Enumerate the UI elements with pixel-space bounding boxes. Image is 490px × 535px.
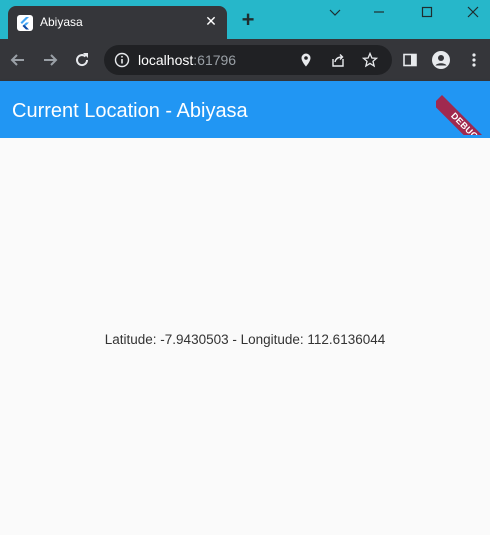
url-port: :61796	[193, 52, 237, 68]
profile-avatar-icon[interactable]	[431, 50, 451, 70]
location-pin-icon[interactable]	[297, 51, 315, 69]
address-bar[interactable]: localhost:61796	[104, 45, 392, 75]
minimize-window-icon[interactable]	[357, 0, 401, 24]
page-title: Current Location - Abiyasa	[12, 100, 248, 122]
tab-title: Abiyasa	[40, 15, 83, 29]
location-coordinates-text: Latitude: -7.9430503 - Longitude: 112.61…	[104, 332, 386, 347]
tab-close-button[interactable]: ✕	[204, 14, 218, 28]
page-body: Latitude: -7.9430503 - Longitude: 112.61…	[0, 138, 490, 535]
flutter-icon	[17, 15, 33, 31]
debug-banner: DEBUG	[436, 81, 490, 135]
tab-strip: Abiyasa ✕ +	[0, 0, 490, 39]
site-info-icon[interactable]	[114, 52, 130, 68]
maximize-icon[interactable]	[405, 0, 449, 24]
minimize-icon[interactable]	[313, 0, 357, 24]
reload-icon[interactable]	[72, 50, 92, 70]
close-window-icon[interactable]	[451, 0, 490, 24]
url-text[interactable]: localhost:61796	[138, 52, 236, 68]
back-icon[interactable]	[8, 50, 28, 70]
menu-icon[interactable]	[464, 50, 484, 70]
browser-toolbar: localhost:61796	[0, 39, 490, 81]
url-host: localhost	[138, 52, 194, 68]
debug-label: DEBUG	[436, 95, 490, 135]
side-panel-icon[interactable]	[400, 50, 420, 70]
bookmark-star-icon[interactable]	[361, 51, 379, 69]
browser-tab[interactable]: Abiyasa ✕	[8, 6, 227, 39]
share-icon[interactable]	[329, 51, 347, 69]
new-tab-button[interactable]: +	[239, 9, 257, 31]
forward-icon[interactable]	[40, 50, 60, 70]
app-bar: Current Location - Abiyasa	[0, 81, 490, 138]
